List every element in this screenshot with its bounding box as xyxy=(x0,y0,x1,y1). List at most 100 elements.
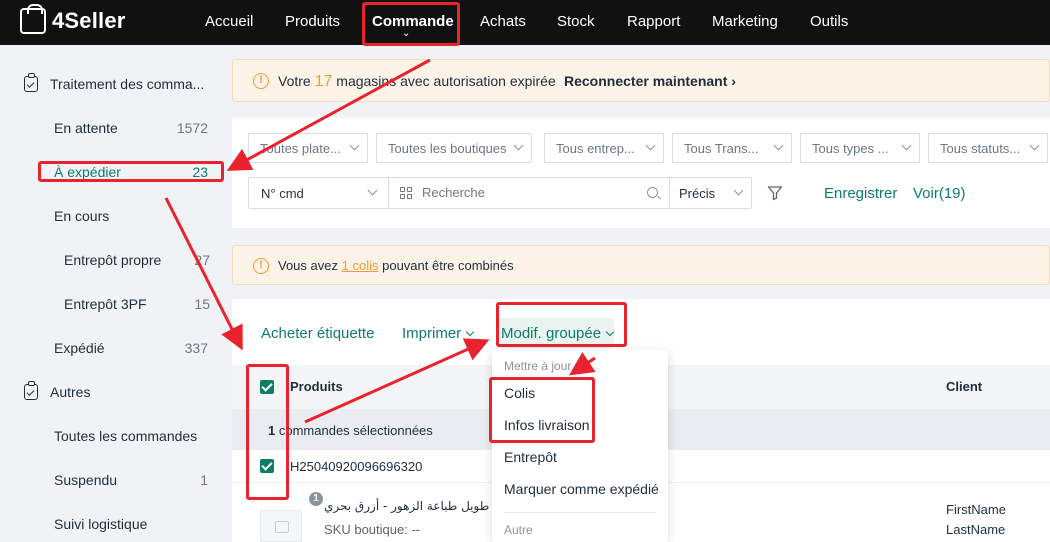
chevron-down-icon xyxy=(1029,140,1040,151)
combine-message: Vous avez 1 colis pouvant être combinés xyxy=(278,258,514,273)
combine-prefix: Vous avez xyxy=(278,258,338,273)
combine-link[interactable]: 1 colis xyxy=(342,258,379,273)
save-filter-button[interactable]: Enregistrer xyxy=(824,185,897,202)
select-value: Tous types ... xyxy=(812,141,889,156)
sidebar-item-entrepot-3pf[interactable]: Entrepôt 3PF xyxy=(64,296,147,312)
nav-item-stock[interactable]: Stock xyxy=(557,13,595,30)
sidebar-item-entrepot-propre[interactable]: Entrepôt propre xyxy=(64,252,161,268)
sidebar-count: 27 xyxy=(194,252,210,268)
menu-group-update: Mettre à jour xyxy=(504,359,572,373)
chevron-down-icon xyxy=(773,140,784,151)
nav-item-outils[interactable]: Outils xyxy=(810,13,848,30)
match-mode-select[interactable]: Précis xyxy=(669,178,752,208)
nav-item-accueil[interactable]: Accueil xyxy=(205,13,253,30)
search-bar: N° cmd Précis xyxy=(248,177,752,209)
type-select[interactable]: Tous types ... xyxy=(800,133,920,163)
select-value: Tous entrep... xyxy=(556,141,635,156)
order-id[interactable]: H25040920096696320 xyxy=(290,459,422,474)
search-input[interactable] xyxy=(422,185,642,200)
sidebar-group-processing[interactable]: Traitement des comma... xyxy=(24,73,205,92)
chevron-down-icon xyxy=(349,140,360,151)
select-value: Tous statuts... xyxy=(940,141,1021,156)
select-value: Tous Trans... xyxy=(684,141,759,156)
sidebar-group-other[interactable]: Autres xyxy=(24,381,91,400)
top-nav-bar: 4Seller Accueil Produits Commande ⌄ Acha… xyxy=(0,0,1050,45)
nav-item-marketing[interactable]: Marketing xyxy=(712,13,778,30)
product-sku: SKU boutique: -- xyxy=(324,522,421,537)
reconnect-label: Reconnecter maintenant xyxy=(564,73,728,89)
store-select[interactable]: Toutes les boutiques xyxy=(376,133,532,163)
search-icon[interactable] xyxy=(647,187,658,198)
sidebar-item-toutes-commandes[interactable]: Toutes les commandes xyxy=(54,428,197,444)
nav-item-produits[interactable]: Produits xyxy=(285,13,340,30)
sidebar-item-en-cours[interactable]: En cours xyxy=(54,208,109,224)
alert-message: Votre 17 magasins avec autorisation expi… xyxy=(278,73,556,91)
logo-text: 4Seller xyxy=(52,8,126,33)
client-last-name: LastName xyxy=(946,522,1006,537)
grid-icon xyxy=(400,187,412,199)
sidebar-item-expedie[interactable]: Expédié xyxy=(54,340,105,356)
sidebar-count: 337 xyxy=(184,340,208,356)
chevron-down-icon xyxy=(733,185,744,196)
view-saved-button[interactable]: Voir(19) xyxy=(913,185,966,202)
alert-suffix: magasins avec autorisation expirée xyxy=(336,73,556,89)
search-field-select[interactable]: N° cmd xyxy=(249,178,389,208)
menu-item-marquer-expedie[interactable]: Marquer comme expédié xyxy=(504,481,659,497)
sidebar-item-suspendu[interactable]: Suspendu xyxy=(54,472,117,488)
nav-item-achats[interactable]: Achats xyxy=(480,13,526,30)
sidebar-count: 15 xyxy=(194,296,210,312)
select-value: Toutes les boutiques xyxy=(388,141,507,156)
chevron-down-icon xyxy=(901,140,912,151)
print-label: Imprimer xyxy=(402,325,462,342)
sidebar: Traitement des comma... En attente 1572 … xyxy=(0,45,226,542)
quantity-badge: 1 xyxy=(309,492,323,506)
bag-icon xyxy=(20,4,46,34)
clipboard-icon xyxy=(24,381,38,400)
highlight-checkboxes xyxy=(246,364,289,500)
buy-label-button[interactable]: Acheter étiquette xyxy=(261,325,374,342)
menu-item-entrepot[interactable]: Entrepôt xyxy=(504,449,557,465)
nav-item-rapport[interactable]: Rapport xyxy=(627,13,680,30)
sidebar-item-suivi-logistique[interactable]: Suivi logistique xyxy=(54,516,147,532)
product-image xyxy=(260,510,302,542)
filter-panel: Toutes plate... Toutes les boutiques Tou… xyxy=(232,118,1050,228)
chevron-down-icon xyxy=(367,185,378,196)
highlight-commande xyxy=(362,2,460,46)
warning-icon: ! xyxy=(253,73,269,89)
logo[interactable]: 4Seller xyxy=(20,4,126,34)
combine-suffix: pouvant être combinés xyxy=(382,258,514,273)
combine-alert: ! Vous avez 1 colis pouvant être combiné… xyxy=(232,245,1050,285)
menu-group-other: Autre xyxy=(504,523,533,537)
select-value: Toutes plate... xyxy=(260,141,341,156)
column-client: Client xyxy=(946,379,983,394)
warehouse-select[interactable]: Tous entrep... xyxy=(544,133,664,163)
highlight-a-expedier xyxy=(38,161,224,182)
menu-divider xyxy=(504,512,656,513)
chevron-right-icon: › xyxy=(731,73,736,89)
chevron-down-icon xyxy=(465,327,475,337)
selection-text: 1 commandes sélectionnées xyxy=(268,423,433,438)
sidebar-group-label: Autres xyxy=(50,384,91,400)
chevron-down-icon xyxy=(645,140,656,151)
highlight-menu-items xyxy=(489,377,595,443)
print-button[interactable]: Imprimer xyxy=(402,325,475,342)
column-products: Produits xyxy=(290,379,343,394)
filter-icon[interactable] xyxy=(767,185,783,201)
selected-label: commandes sélectionnées xyxy=(278,423,433,438)
clipboard-icon xyxy=(24,73,38,92)
store-auth-alert: ! Votre 17 magasins avec autorisation ex… xyxy=(232,59,1050,102)
alert-prefix: Votre xyxy=(278,73,311,89)
search-field-value: N° cmd xyxy=(261,186,304,201)
sidebar-count: 1572 xyxy=(176,120,208,136)
sidebar-group-label: Traitement des comma... xyxy=(50,76,205,92)
sidebar-item-en-attente[interactable]: En attente xyxy=(54,120,118,136)
platform-select[interactable]: Toutes plate... xyxy=(248,133,368,163)
sidebar-count: 1 xyxy=(200,472,208,488)
status-select[interactable]: Tous statuts... xyxy=(928,133,1048,163)
chevron-down-icon xyxy=(513,140,524,151)
carrier-select[interactable]: Tous Trans... xyxy=(672,133,792,163)
expired-store-count: 17 xyxy=(314,73,333,90)
client-first-name: FirstName xyxy=(946,502,1006,517)
match-mode-value: Précis xyxy=(679,186,716,201)
reconnect-link[interactable]: Reconnecter maintenant › xyxy=(564,73,736,89)
